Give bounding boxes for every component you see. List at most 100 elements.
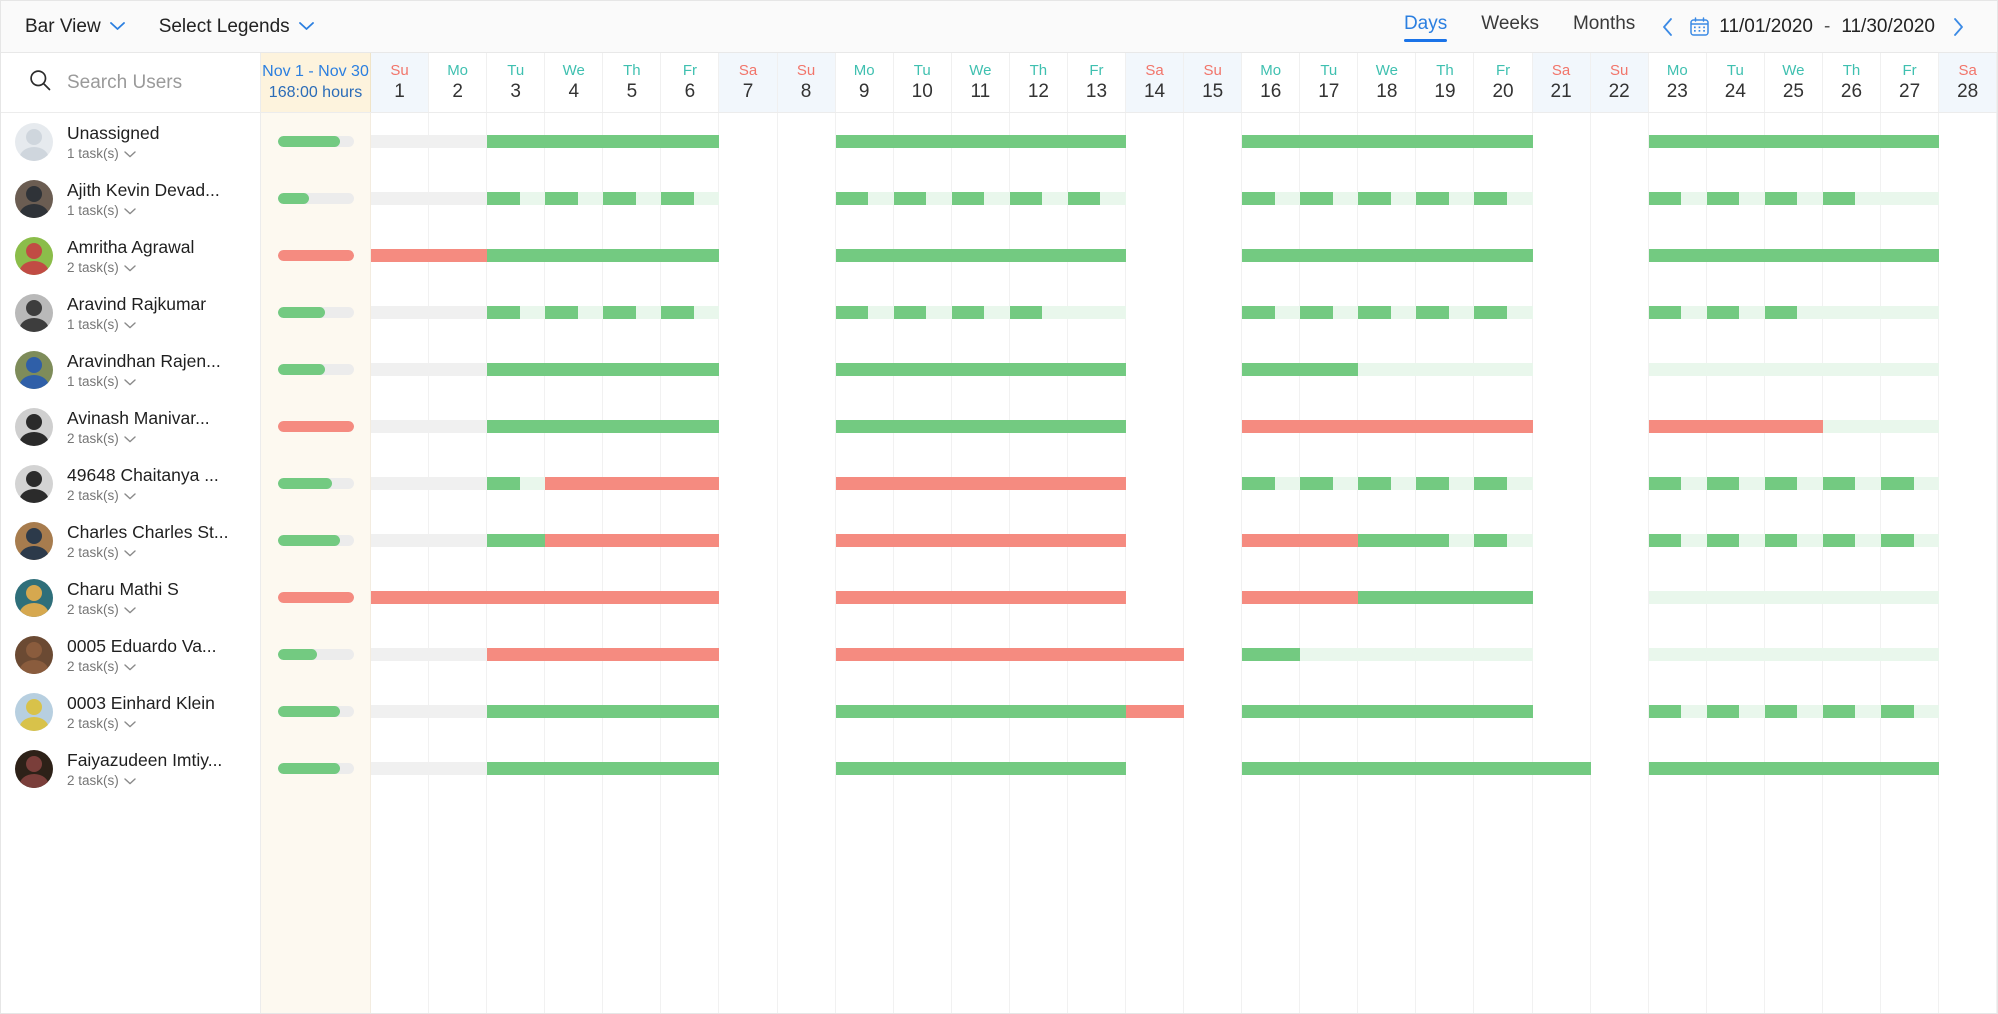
- timeline-cell[interactable]: [1881, 569, 1940, 626]
- timeline-cell[interactable]: [719, 398, 777, 455]
- timeline-cell[interactable]: [1939, 227, 1997, 284]
- timeline-cell[interactable]: [1067, 512, 1127, 569]
- timeline-cell[interactable]: [1881, 170, 1940, 227]
- timeline-cell[interactable]: [1939, 113, 1997, 170]
- task-count-toggle[interactable]: 1 task(s): [67, 317, 206, 332]
- timeline-cell[interactable]: [1822, 512, 1882, 569]
- timeline-cell[interactable]: [371, 455, 430, 512]
- timeline-cell[interactable]: [603, 113, 662, 170]
- timeline-cell[interactable]: [1939, 341, 1997, 398]
- timeline-cell[interactable]: [661, 683, 720, 740]
- timeline-cell[interactable]: [1300, 341, 1359, 398]
- timeline-cell[interactable]: [1764, 455, 1823, 512]
- timeline-cell[interactable]: [1184, 626, 1242, 683]
- timeline-cell[interactable]: [1764, 626, 1823, 683]
- timeline-cell[interactable]: [951, 170, 1010, 227]
- timeline-cell[interactable]: [1764, 113, 1823, 170]
- timeline-cell[interactable]: [778, 227, 836, 284]
- timeline-cell[interactable]: [1764, 170, 1823, 227]
- timeline-cell[interactable]: [893, 740, 952, 797]
- timeline-cell[interactable]: [1533, 455, 1591, 512]
- timeline-cell[interactable]: [1822, 683, 1882, 740]
- timeline-cell[interactable]: [1939, 626, 1997, 683]
- timeline-cell[interactable]: [1474, 569, 1533, 626]
- day-column-27[interactable]: Fr 27: [1881, 53, 1940, 112]
- timeline-cell[interactable]: [1242, 626, 1301, 683]
- user-row[interactable]: Avinash Manivar... 2 task(s): [1, 398, 260, 455]
- timeline-cell[interactable]: [1591, 740, 1649, 797]
- day-column-1[interactable]: Su 1: [371, 53, 430, 112]
- day-column-11[interactable]: We 11: [951, 53, 1010, 112]
- timeline-cell[interactable]: [1881, 740, 1940, 797]
- timeline-cell[interactable]: [1706, 683, 1765, 740]
- timeline-cell[interactable]: [1184, 284, 1242, 341]
- day-column-5[interactable]: Th 5: [603, 53, 662, 112]
- timeline-cell[interactable]: [1591, 455, 1649, 512]
- timeline-cell[interactable]: [545, 284, 604, 341]
- timeline-cell[interactable]: [1591, 341, 1649, 398]
- timeline-cell[interactable]: [1242, 170, 1301, 227]
- task-count-toggle[interactable]: 2 task(s): [67, 773, 222, 788]
- timeline-cell[interactable]: [429, 341, 488, 398]
- day-column-14[interactable]: Sa 14: [1126, 53, 1185, 112]
- timeline-cell[interactable]: [1474, 455, 1533, 512]
- timeline-cell[interactable]: [545, 512, 604, 569]
- timeline-cell[interactable]: [951, 683, 1010, 740]
- timeline-cell[interactable]: [545, 170, 604, 227]
- timeline-cell[interactable]: [1242, 740, 1301, 797]
- timeline-cell[interactable]: [1764, 398, 1823, 455]
- timeline-cell[interactable]: [719, 284, 777, 341]
- timeline-cell[interactable]: [1591, 227, 1649, 284]
- task-count-toggle[interactable]: 2 task(s): [67, 260, 194, 275]
- timeline-cell[interactable]: [1939, 170, 1997, 227]
- timeline-cell[interactable]: [1881, 455, 1940, 512]
- timeline-cell[interactable]: [603, 341, 662, 398]
- timeline-cell[interactable]: [1822, 284, 1882, 341]
- day-column-4[interactable]: We 4: [545, 53, 604, 112]
- timeline-cell[interactable]: [1533, 569, 1591, 626]
- day-column-7[interactable]: Sa 7: [719, 53, 778, 112]
- timeline-cell[interactable]: [835, 227, 894, 284]
- timeline-cell[interactable]: [1416, 170, 1475, 227]
- timeline-cell[interactable]: [545, 113, 604, 170]
- timeline-cell[interactable]: [429, 113, 488, 170]
- task-count-toggle[interactable]: 2 task(s): [67, 716, 215, 731]
- timeline-cell[interactable]: [1416, 284, 1475, 341]
- timeline-cell[interactable]: [719, 455, 777, 512]
- timeline-cell[interactable]: [1184, 455, 1242, 512]
- timeline-cell[interactable]: [719, 683, 777, 740]
- timeline-cell[interactable]: [778, 683, 836, 740]
- timeline-cell[interactable]: [893, 113, 952, 170]
- timeline-cell[interactable]: [835, 626, 894, 683]
- timeline-cell[interactable]: [1474, 398, 1533, 455]
- day-column-3[interactable]: Tu 3: [487, 53, 546, 112]
- timeline-cell[interactable]: [661, 512, 720, 569]
- day-column-16[interactable]: Mo 16: [1242, 53, 1301, 112]
- timeline-cell[interactable]: [1881, 113, 1940, 170]
- timeline-cell[interactable]: [719, 569, 777, 626]
- task-count-toggle[interactable]: 2 task(s): [67, 488, 219, 503]
- timeline-cell[interactable]: [487, 569, 546, 626]
- timeline-cell[interactable]: [1126, 740, 1184, 797]
- timeline-cell[interactable]: [1474, 113, 1533, 170]
- timeline-cell[interactable]: [429, 740, 488, 797]
- timeline-cell[interactable]: [1648, 740, 1707, 797]
- timeline-cell[interactable]: [1881, 512, 1940, 569]
- user-row[interactable]: Ajith Kevin Devad... 1 task(s): [1, 170, 260, 227]
- timeline-cell[interactable]: [1126, 626, 1185, 683]
- timeline-cell[interactable]: [603, 455, 662, 512]
- day-column-15[interactable]: Su 15: [1184, 53, 1243, 112]
- timeline-cell[interactable]: [719, 740, 777, 797]
- timeline-cell[interactable]: [603, 683, 662, 740]
- day-column-2[interactable]: Mo 2: [429, 53, 488, 112]
- timeline-cell[interactable]: [893, 170, 952, 227]
- timeline-cell[interactable]: [1706, 569, 1765, 626]
- timeline-cell[interactable]: [1067, 284, 1127, 341]
- day-column-28[interactable]: Sa 28: [1939, 53, 1998, 112]
- timeline-cell[interactable]: [1764, 341, 1823, 398]
- timeline-cell[interactable]: [545, 626, 604, 683]
- day-column-18[interactable]: We 18: [1358, 53, 1417, 112]
- timeline-cell[interactable]: [371, 512, 430, 569]
- timeline-cell[interactable]: [1939, 740, 1997, 797]
- timeline-cell[interactable]: [719, 113, 777, 170]
